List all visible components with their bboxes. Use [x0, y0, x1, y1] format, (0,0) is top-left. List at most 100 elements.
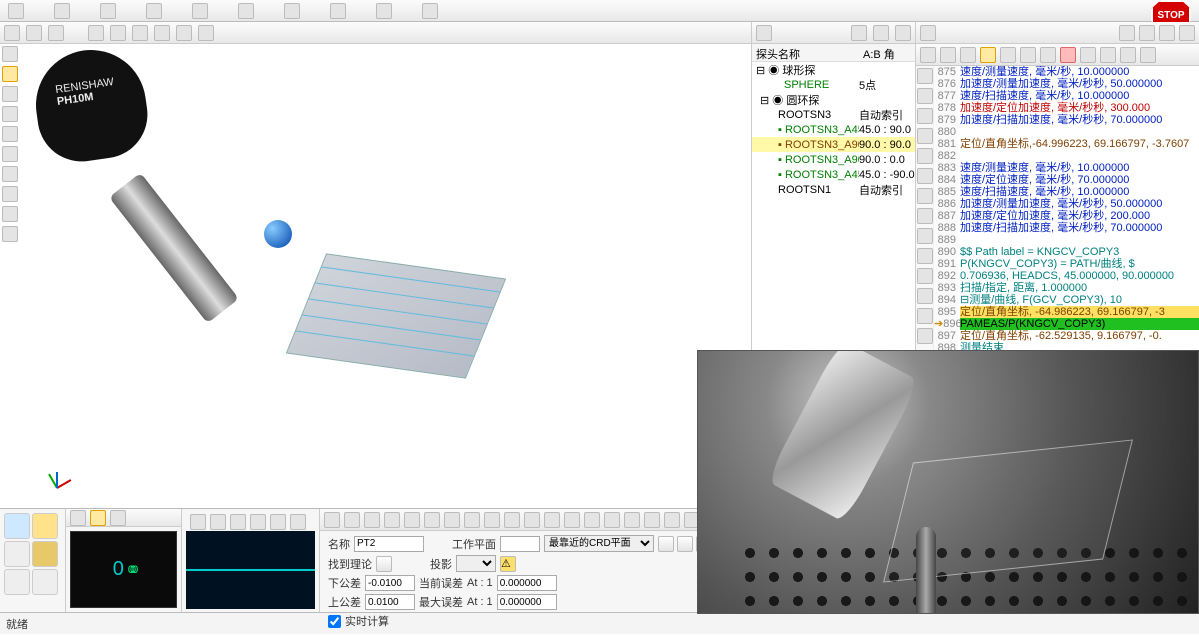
name-input[interactable] — [354, 536, 424, 552]
code-icon[interactable] — [1179, 25, 1195, 41]
code-line[interactable]: 加速度/测量加速度, 毫米/秒秒, 50.000000 — [960, 198, 1199, 210]
feat-plane-icon[interactable] — [404, 512, 420, 528]
tb-icon[interactable] — [238, 3, 254, 19]
big-icon[interactable] — [4, 569, 30, 595]
feat-circle-icon[interactable] — [364, 512, 380, 528]
tree-icon[interactable] — [851, 25, 867, 41]
code-icon[interactable] — [1119, 25, 1135, 41]
wave-icon[interactable] — [190, 514, 206, 530]
feat-icon[interactable] — [584, 512, 600, 528]
home-icon[interactable] — [4, 25, 20, 41]
dro-icon[interactable] — [90, 510, 106, 526]
side-icon[interactable] — [2, 226, 18, 242]
code-line[interactable]: 加速度/测量加速度, 毫米/秒秒, 50.000000 — [960, 78, 1199, 90]
mini-btn[interactable] — [658, 536, 674, 552]
code-icon[interactable] — [960, 47, 976, 63]
tb-icon[interactable] — [146, 3, 162, 19]
find-theory-btn[interactable] — [376, 556, 392, 572]
big-icon[interactable] — [32, 541, 58, 567]
vp-icon[interactable] — [154, 25, 170, 41]
side-icon[interactable] — [917, 108, 933, 124]
feat-icon[interactable] — [504, 512, 520, 528]
code-line[interactable]: 定位/直角坐标, -62.529135, 9.166797, -0. — [960, 330, 1199, 342]
delete-icon[interactable] — [1060, 47, 1076, 63]
code-line[interactable]: 扫描/指定, 距离, 1.000000 — [960, 282, 1199, 294]
vp-icon[interactable] — [110, 25, 126, 41]
side-icon[interactable] — [2, 186, 18, 202]
vp-icon[interactable] — [88, 25, 104, 41]
refresh-icon[interactable] — [26, 25, 42, 41]
feat-icon[interactable] — [624, 512, 640, 528]
zoom-icon[interactable] — [48, 25, 64, 41]
code-icon[interactable] — [1040, 47, 1056, 63]
viewport-canvas[interactable]: RENISHAWPH10M — [26, 46, 751, 508]
feat-icon[interactable] — [644, 512, 660, 528]
code-icon[interactable] — [1159, 25, 1175, 41]
wave-icon[interactable] — [270, 514, 286, 530]
code-line[interactable]: 速度/扫描速度, 毫米/秒, 10.000000 — [960, 186, 1199, 198]
save-icon[interactable] — [940, 47, 956, 63]
code-icon[interactable] — [1100, 47, 1116, 63]
code-line[interactable]: ⊟测量/曲线, F(GCV_COPY3), 10 — [960, 294, 1199, 306]
code-line[interactable]: 定位/直角坐标, -64.986223, 69.166797, -3 — [960, 306, 1199, 318]
vp-icon[interactable] — [198, 25, 214, 41]
code-line[interactable]: 加速度/定位加速度, 毫米/秒秒, 300.000 — [960, 102, 1199, 114]
tb-icon[interactable] — [192, 3, 208, 19]
code-line[interactable]: 加速度/扫描加速度, 毫米/秒秒, 70.000000 — [960, 222, 1199, 234]
big-icon[interactable] — [4, 513, 30, 539]
tree-node[interactable]: ⊟ ◉ 圆环探 — [752, 92, 915, 107]
run-icon[interactable] — [920, 47, 936, 63]
proj-select[interactable] — [456, 555, 496, 572]
code-icon[interactable] — [1140, 47, 1156, 63]
big-icon[interactable] — [4, 541, 30, 567]
select-icon[interactable] — [2, 46, 18, 62]
lower-tol-input[interactable] — [365, 575, 415, 591]
side-icon[interactable] — [917, 268, 933, 284]
code-line[interactable] — [960, 150, 1199, 162]
side-icon[interactable] — [917, 188, 933, 204]
feat-icon[interactable] — [604, 512, 620, 528]
side-icon[interactable] — [917, 208, 933, 224]
code-line[interactable]: 速度/测量速度, 毫米/秒, 10.000000 — [960, 162, 1199, 174]
feat-line-icon[interactable] — [344, 512, 360, 528]
feat-sphere-icon[interactable] — [464, 512, 480, 528]
side-icon[interactable] — [917, 168, 933, 184]
side-icon[interactable] — [917, 128, 933, 144]
big-icon[interactable] — [32, 569, 58, 595]
code-icon[interactable] — [1000, 47, 1016, 63]
code-line[interactable]: 加速度/定位加速度, 毫米/秒秒, 200.000 — [960, 210, 1199, 222]
code-icon[interactable] — [920, 25, 936, 41]
tb-icon[interactable] — [376, 3, 392, 19]
feat-icon[interactable] — [524, 512, 540, 528]
side-icon[interactable] — [2, 86, 18, 102]
tree-node[interactable]: ⊟ ◉ 球形探 — [752, 62, 915, 77]
code-line[interactable]: $$ Path label = KNGCV_COPY3 — [960, 246, 1199, 258]
tree-node[interactable]: ▪ ROOTSN3_A90_...90.0 : 0.0 — [752, 152, 915, 167]
big-icon[interactable] — [32, 513, 58, 539]
feat-point-icon[interactable] — [324, 512, 340, 528]
code-icon[interactable] — [1020, 47, 1036, 63]
side-icon[interactable] — [2, 126, 18, 142]
tree-node[interactable]: ▪ ROOTSN3_A45_B...45.0 : 90.0 — [752, 122, 915, 137]
side-icon[interactable] — [917, 248, 933, 264]
side-icon[interactable] — [917, 228, 933, 244]
nearest-crd-select[interactable]: 最靠近的CRD平面 — [544, 535, 654, 552]
tree-icon[interactable] — [895, 25, 911, 41]
upper-tol-input[interactable] — [365, 594, 415, 610]
code-line[interactable]: 速度/扫描速度, 毫米/秒, 10.000000 — [960, 90, 1199, 102]
side-icon[interactable] — [917, 328, 933, 344]
tb-icon[interactable] — [8, 3, 24, 19]
wave-icon[interactable] — [230, 514, 246, 530]
tree-icon[interactable] — [756, 25, 772, 41]
code-icon[interactable] — [1139, 25, 1155, 41]
tb-icon[interactable] — [284, 3, 300, 19]
side-icon[interactable] — [2, 106, 18, 122]
tree-node[interactable]: ROOTSN3自动索引 — [752, 107, 915, 122]
tree-node[interactable]: SPHERE5点 — [752, 77, 915, 92]
code-line[interactable]: 速度/测量速度, 毫米/秒, 10.000000 — [960, 66, 1199, 78]
feat-icon[interactable] — [544, 512, 560, 528]
code-line[interactable]: 定位/直角坐标,-64.996223, 69.166797, -3.7607 — [960, 138, 1199, 150]
feat-icon[interactable] — [484, 512, 500, 528]
feat-icon[interactable] — [564, 512, 580, 528]
side-icon[interactable] — [917, 68, 933, 84]
